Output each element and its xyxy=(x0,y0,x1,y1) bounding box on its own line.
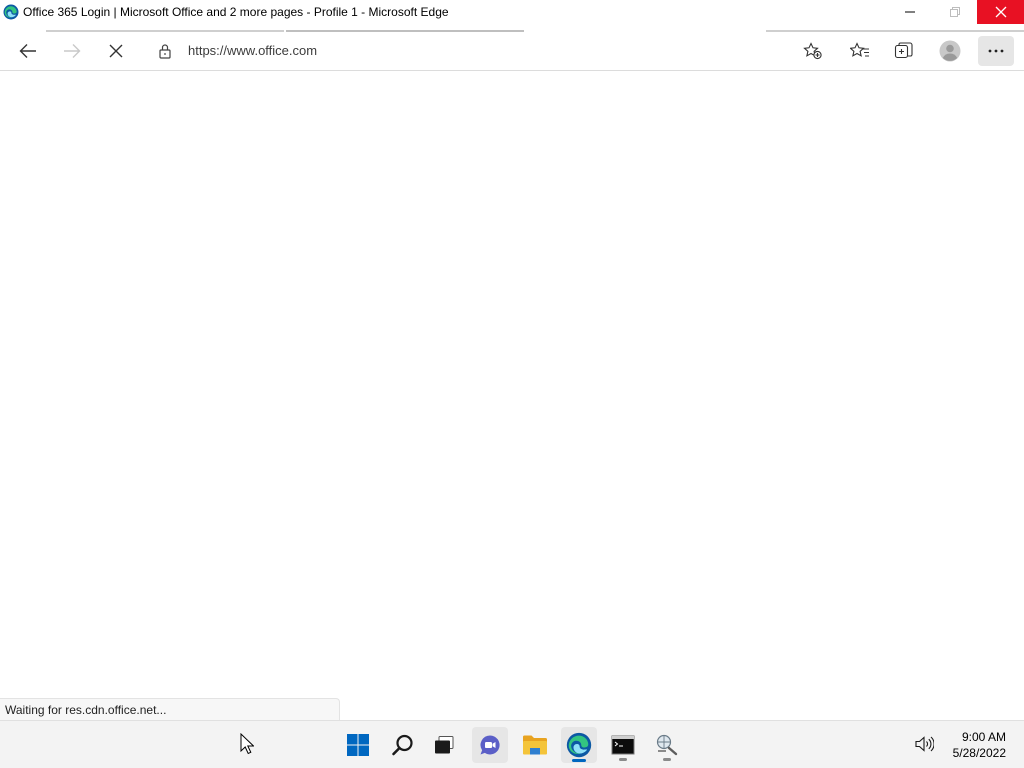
clock-time: 9:00 AM xyxy=(961,730,1006,744)
minimize-icon xyxy=(904,11,915,13)
running-indicator xyxy=(572,759,586,762)
window-controls xyxy=(887,0,1024,24)
avatar-icon xyxy=(939,40,961,62)
browser-toolbar: https://www.office.com xyxy=(0,32,1024,71)
edge-taskbar-button[interactable] xyxy=(561,727,597,763)
file-explorer-button[interactable] xyxy=(517,727,553,763)
lock-icon[interactable] xyxy=(158,43,172,59)
volume-button[interactable] xyxy=(914,735,935,758)
tab[interactable] xyxy=(46,24,284,32)
title-bar: Office 365 Login | Microsoft Office and … xyxy=(0,0,1024,24)
terminal-icon xyxy=(611,735,635,755)
settings-more-button[interactable] xyxy=(978,36,1014,66)
windows-logo-icon xyxy=(347,734,369,756)
status-bubble: Waiting for res.cdn.office.net... xyxy=(0,698,340,720)
search-button[interactable] xyxy=(385,727,421,763)
taskbar: 9:00 AM 5/28/2022 xyxy=(0,720,1024,768)
chat-icon xyxy=(480,735,500,755)
window-title: Office 365 Login | Microsoft Office and … xyxy=(23,5,449,19)
speaker-icon xyxy=(915,736,935,752)
collections-button[interactable] xyxy=(888,36,920,66)
address-bar[interactable]: https://www.office.com xyxy=(146,36,832,66)
close-window-button[interactable] xyxy=(977,0,1024,24)
task-view-button[interactable] xyxy=(426,727,462,763)
chat-button[interactable] xyxy=(472,727,508,763)
collections-icon xyxy=(894,42,913,59)
search-icon xyxy=(392,734,413,756)
terminal-button[interactable] xyxy=(605,727,641,763)
arrow-right-icon xyxy=(64,44,81,58)
mouse-cursor-icon xyxy=(240,733,254,755)
tab-strip xyxy=(0,24,1024,32)
edge-logo-icon xyxy=(566,732,592,758)
network-tool-icon xyxy=(656,734,678,756)
restore-icon xyxy=(949,7,960,17)
close-icon xyxy=(995,6,1006,18)
close-icon xyxy=(109,44,123,58)
restore-button[interactable] xyxy=(932,0,977,24)
start-button[interactable] xyxy=(340,727,376,763)
folder-icon xyxy=(523,735,547,755)
stop-loading-button[interactable] xyxy=(100,36,132,66)
task-view-icon xyxy=(435,736,454,754)
tool-button[interactable] xyxy=(649,727,685,763)
url-text[interactable]: https://www.office.com xyxy=(188,43,317,58)
running-indicator xyxy=(663,758,671,761)
minimize-button[interactable] xyxy=(887,0,932,24)
add-favorite-button[interactable] xyxy=(800,39,826,63)
page-content xyxy=(0,71,1024,698)
star-add-icon xyxy=(803,42,822,60)
clock[interactable]: 9:00 AM 5/28/2022 xyxy=(953,729,1006,761)
profile-button[interactable] xyxy=(934,36,966,66)
tab[interactable] xyxy=(766,24,1024,32)
forward-button[interactable] xyxy=(56,36,88,66)
more-dots-icon xyxy=(988,49,1004,53)
favorites-button[interactable] xyxy=(844,36,876,66)
edge-logo-icon xyxy=(3,4,19,20)
clock-date: 5/28/2022 xyxy=(952,746,1006,760)
back-button[interactable] xyxy=(12,36,44,66)
favorites-star-icon xyxy=(850,42,869,57)
running-indicator xyxy=(619,758,627,761)
tab[interactable] xyxy=(286,24,524,32)
arrow-left-icon xyxy=(19,44,36,58)
